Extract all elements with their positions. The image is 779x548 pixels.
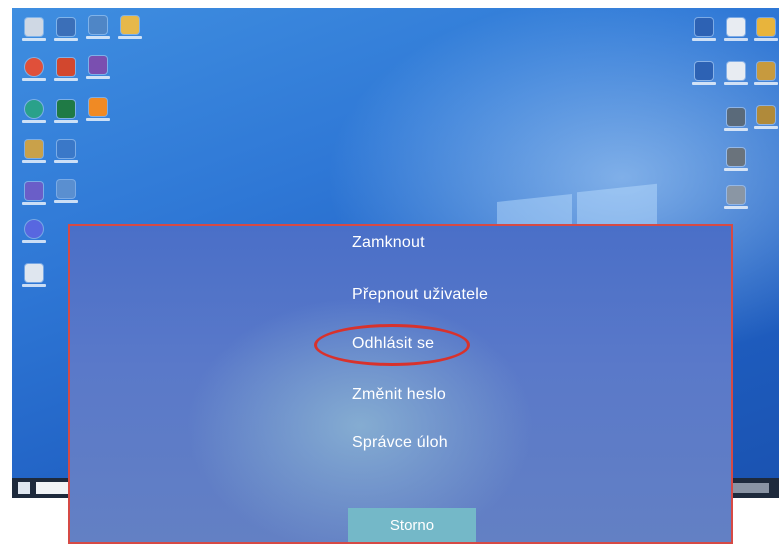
drive-icon[interactable] — [720, 186, 752, 222]
excel-icon[interactable] — [50, 100, 82, 136]
recycle-bin-icon[interactable] — [18, 18, 50, 54]
vlc-icon[interactable] — [82, 98, 114, 134]
yellow-file-icon[interactable] — [750, 18, 779, 54]
start-button-icon[interactable] — [18, 482, 30, 494]
settings-icon-2[interactable] — [720, 62, 752, 98]
folder-icon-2[interactable] — [720, 108, 752, 144]
archive-icon[interactable] — [750, 62, 779, 98]
folder-icon-3[interactable] — [720, 148, 752, 184]
pc-icon[interactable] — [50, 18, 82, 54]
folder-icon[interactable] — [114, 16, 146, 52]
security-options-overlay: Zamknout Přepnout uživatele Odhlásit se … — [68, 224, 733, 544]
discord-icon[interactable] — [18, 220, 50, 256]
powerpoint-icon[interactable] — [50, 58, 82, 94]
network-icon[interactable] — [50, 180, 82, 216]
taskbar-clock[interactable] — [733, 483, 769, 493]
edge-icon[interactable] — [18, 100, 50, 136]
chrome-icon[interactable] — [18, 58, 50, 94]
teams-icon[interactable] — [18, 182, 50, 218]
archive-icon-2[interactable] — [750, 106, 779, 142]
control-panel-icon[interactable] — [82, 16, 114, 52]
change-password-option[interactable]: Změnit heslo — [352, 386, 446, 404]
cancel-button[interactable]: Storno — [348, 508, 476, 542]
file-icon[interactable] — [18, 140, 50, 176]
lock-option[interactable]: Zamknout — [352, 234, 425, 252]
document-icon[interactable] — [18, 264, 50, 300]
app-icon[interactable] — [82, 56, 114, 92]
word-doc-icon[interactable] — [688, 18, 720, 54]
switch-user-option[interactable]: Přepnout uživatele — [352, 286, 488, 304]
task-manager-option[interactable]: Správce úloh — [352, 434, 448, 452]
settings-icon[interactable] — [720, 18, 752, 54]
word-doc-icon-2[interactable] — [688, 62, 720, 98]
skype-icon[interactable] — [50, 140, 82, 176]
sign-out-highlight-ellipse — [314, 324, 470, 366]
